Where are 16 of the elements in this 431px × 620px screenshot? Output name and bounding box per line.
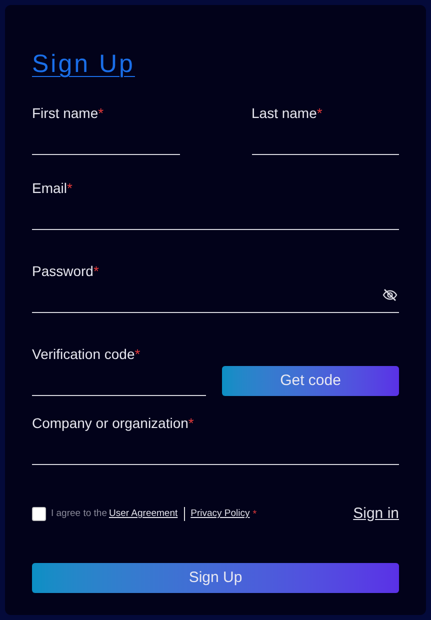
field-label: Company or organization* (32, 414, 194, 433)
required-mark: * (252, 508, 257, 522)
get-code-button[interactable]: Get code (222, 366, 399, 396)
checkbox[interactable] (32, 507, 46, 521)
field-label: Last name* (252, 104, 322, 123)
sign-in-link[interactable]: Sign in (353, 502, 399, 526)
sign-up-button[interactable]: Sign Up (32, 563, 399, 593)
field-label: First name* (32, 104, 104, 123)
field-label: Email* (32, 179, 72, 198)
field-label: Verification code* (32, 345, 140, 364)
agreement-link[interactable]: User Agreement (108, 506, 178, 522)
field-label: Password* (32, 262, 99, 281)
form-title: Sign Up (32, 49, 135, 80)
agreement-text: I agree to the (51, 506, 107, 521)
agreement-link[interactable]: Privacy Policy (190, 506, 250, 522)
eye-slash-icon[interactable] (382, 286, 398, 302)
